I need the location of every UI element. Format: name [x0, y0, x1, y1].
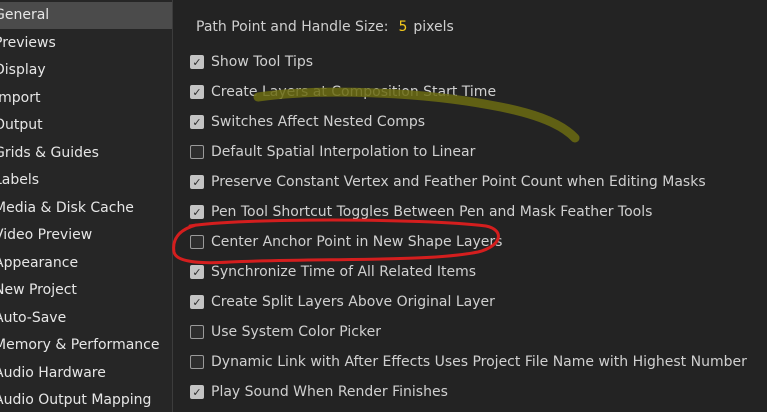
preferences-window: General Previews Display Import Output G…	[0, 0, 767, 412]
checkbox-dynamic-link[interactable]	[190, 355, 204, 369]
sidebar-item-label: New Project	[0, 282, 77, 298]
sidebar-item-label: Grids & Guides	[0, 145, 99, 161]
sidebar-item-label: Previews	[0, 35, 56, 51]
checkbox-use-system-color-picker[interactable]	[190, 325, 204, 339]
sidebar-item-previews[interactable]: Previews	[0, 30, 167, 57]
sidebar-item-memory-performance[interactable]: Memory & Performance	[0, 332, 167, 359]
check-icon: ✓	[192, 385, 202, 399]
sidebar-item-display[interactable]: Display	[0, 57, 167, 84]
sidebar-item-general[interactable]: General	[0, 2, 172, 29]
option-show-tool-tips[interactable]: ✓ Show Tool Tips	[190, 51, 313, 73]
option-pen-tool-shortcut[interactable]: ✓ Pen Tool Shortcut Toggles Between Pen …	[190, 201, 652, 223]
option-use-system-color-picker[interactable]: Use System Color Picker	[190, 321, 381, 343]
option-label: Switches Affect Nested Comps	[211, 114, 426, 130]
path-point-size-row: Path Point and Handle Size: 5 pixels	[196, 19, 454, 35]
option-label: Center Anchor Point in New Shape Layers	[211, 234, 503, 250]
option-default-spatial-interpolation[interactable]: Default Spatial Interpolation to Linear	[190, 141, 475, 163]
sidebar-item-label: General	[0, 7, 50, 23]
check-icon: ✓	[192, 85, 202, 99]
sidebar-item-grids-guides[interactable]: Grids & Guides	[0, 140, 167, 167]
check-icon: ✓	[192, 265, 202, 279]
option-label: Show Tool Tips	[211, 54, 314, 70]
checkbox-switches-affect-nested-comps[interactable]: ✓	[190, 115, 204, 129]
checkbox-show-tool-tips[interactable]: ✓	[190, 55, 204, 69]
checkbox-default-spatial-interpolation[interactable]	[190, 145, 204, 159]
sidebar-item-label: Appearance	[0, 255, 79, 271]
check-icon: ✓	[192, 115, 202, 129]
checkbox-create-layers-at-start[interactable]: ✓	[190, 85, 204, 99]
sidebar-item-label: Labels	[0, 172, 40, 188]
checkbox-synchronize-time[interactable]: ✓	[190, 265, 204, 279]
option-label: Create Layers at Composition Start Time	[211, 84, 497, 100]
sidebar-item-label: Memory & Performance	[0, 337, 160, 353]
option-label: Dynamic Link with After Effects Uses Pro…	[211, 354, 747, 370]
sidebar-item-label: Display	[0, 62, 46, 78]
sidebar-item-label: Auto-Save	[0, 310, 67, 326]
option-create-layers-at-start[interactable]: ✓ Create Layers at Composition Start Tim…	[190, 81, 496, 103]
checkbox-pen-tool-shortcut[interactable]: ✓	[190, 205, 204, 219]
path-point-size-unit: pixels	[413, 19, 454, 35]
option-label: Play Sound When Render Finishes	[211, 384, 448, 400]
check-icon: ✓	[192, 295, 202, 309]
sidebar-item-appearance[interactable]: Appearance	[0, 250, 167, 277]
sidebar-item-label: Audio Output Mapping	[0, 392, 152, 408]
option-create-split-layers[interactable]: ✓ Create Split Layers Above Original Lay…	[190, 291, 495, 313]
sidebar-item-media-disk-cache[interactable]: Media & Disk Cache	[0, 195, 167, 222]
option-label: Default Spatial Interpolation to Linear	[211, 144, 476, 160]
path-point-size-value[interactable]: 5	[398, 19, 407, 35]
sidebar-item-label: Video Preview	[0, 227, 93, 243]
sidebar-item-labels[interactable]: Labels	[0, 167, 167, 194]
checkbox-center-anchor-point[interactable]	[190, 235, 204, 249]
sidebar-item-import[interactable]: Import	[0, 85, 167, 112]
option-switches-affect-nested-comps[interactable]: ✓ Switches Affect Nested Comps	[190, 111, 425, 133]
option-label: Use System Color Picker	[211, 324, 381, 340]
sidebar-item-label: Import	[0, 90, 41, 106]
sidebar-item-label: Output	[0, 117, 43, 133]
sidebar-item-new-project[interactable]: New Project	[0, 277, 167, 304]
check-icon: ✓	[192, 205, 202, 219]
sidebar-item-output[interactable]: Output	[0, 112, 167, 139]
sidebar-item-label: Media & Disk Cache	[0, 200, 134, 216]
checkbox-play-sound[interactable]: ✓	[190, 385, 204, 399]
sidebar-item-audio-hardware[interactable]: Audio Hardware	[0, 360, 167, 387]
preferences-sidebar: General Previews Display Import Output G…	[0, 0, 173, 412]
check-icon: ✓	[192, 175, 202, 189]
option-label: Create Split Layers Above Original Layer	[211, 294, 495, 310]
option-preserve-constant-vertex[interactable]: ✓ Preserve Constant Vertex and Feather P…	[190, 171, 706, 193]
path-point-size-label: Path Point and Handle Size:	[196, 19, 389, 35]
option-dynamic-link[interactable]: Dynamic Link with After Effects Uses Pro…	[190, 351, 747, 373]
general-settings-panel: Path Point and Handle Size: 5 pixels ✓ Sho…	[174, 0, 767, 412]
option-label: Pen Tool Shortcut Toggles Between Pen an…	[211, 204, 653, 220]
sidebar-item-label: Audio Hardware	[0, 365, 106, 381]
sidebar-item-video-preview[interactable]: Video Preview	[0, 222, 167, 249]
option-synchronize-time[interactable]: ✓ Synchronize Time of All Related Items	[190, 261, 476, 283]
sidebar-item-audio-output-mapping[interactable]: Audio Output Mapping	[0, 387, 167, 412]
option-label: Synchronize Time of All Related Items	[211, 264, 477, 280]
option-play-sound[interactable]: ✓ Play Sound When Render Finishes	[190, 381, 448, 403]
checkbox-preserve-constant-vertex[interactable]: ✓	[190, 175, 204, 189]
check-icon: ✓	[192, 55, 202, 69]
checkbox-create-split-layers[interactable]: ✓	[190, 295, 204, 309]
option-label: Preserve Constant Vertex and Feather Poi…	[211, 174, 706, 190]
sidebar-item-auto-save[interactable]: Auto-Save	[0, 305, 167, 332]
option-center-anchor-point[interactable]: Center Anchor Point in New Shape Layers	[190, 231, 502, 253]
